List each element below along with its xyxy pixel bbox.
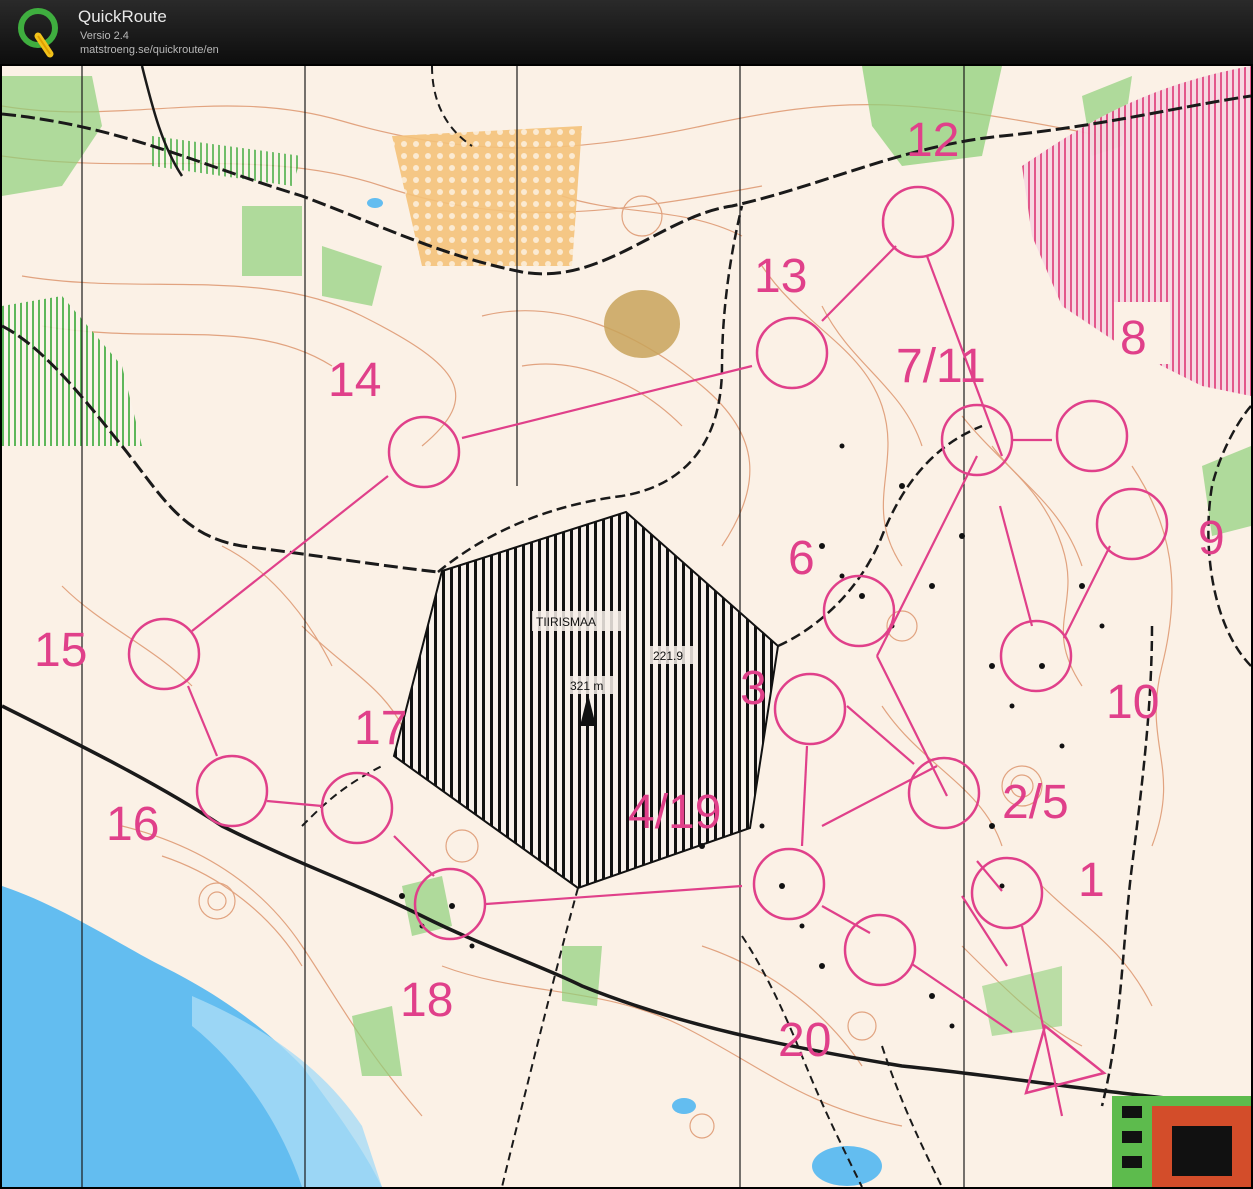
- control-label-8: 8: [1120, 312, 1147, 365]
- control-label-10: 10: [1106, 676, 1159, 729]
- control-label-4-19: 4/19: [628, 786, 721, 839]
- control-label-2-5: 2/5: [1002, 776, 1069, 829]
- title-bar: QuickRoute Versio 2.4 matstroeng.se/quic…: [0, 0, 1253, 64]
- app-url[interactable]: matstroeng.se/quickroute/en: [80, 44, 219, 56]
- control-label-13: 13: [754, 250, 807, 303]
- app-title: QuickRoute: [78, 7, 167, 26]
- control-label-1: 1: [1078, 854, 1105, 907]
- settlement: [1112, 1096, 1251, 1187]
- quickroute-logo-icon: [18, 8, 58, 58]
- control-label-12: 12: [906, 114, 959, 167]
- control-label-17: 17: [354, 702, 407, 755]
- pond: [812, 1146, 882, 1186]
- control-label-7-11: 7/11: [896, 340, 986, 393]
- app-version: Versio 2.4: [80, 30, 129, 42]
- control-label-16: 16: [106, 798, 159, 851]
- place-name: TIIRISMAA: [536, 615, 596, 629]
- map-canvas[interactable]: TIIRISMAA 321 m 221.9 1 2/5 3 4/19 6 7/1…: [2, 66, 1251, 1187]
- open-land-patch: [604, 290, 680, 358]
- control-label-3: 3: [740, 662, 767, 715]
- rough-open-land: [392, 126, 582, 266]
- control-label-15: 15: [34, 624, 87, 677]
- control-label-20: 20: [778, 1014, 831, 1067]
- spot-height: 221.9: [653, 649, 683, 663]
- control-label-18: 18: [400, 974, 453, 1027]
- small-pond-north: [367, 198, 383, 208]
- control-label-14: 14: [328, 354, 381, 407]
- control-label-6: 6: [788, 532, 815, 585]
- small-pond: [672, 1098, 696, 1114]
- control-label-9: 9: [1198, 512, 1225, 565]
- orienteering-map[interactable]: TIIRISMAA 321 m 221.9 1 2/5 3 4/19 6 7/1…: [2, 66, 1251, 1187]
- elevation-label: 321 m: [570, 679, 603, 693]
